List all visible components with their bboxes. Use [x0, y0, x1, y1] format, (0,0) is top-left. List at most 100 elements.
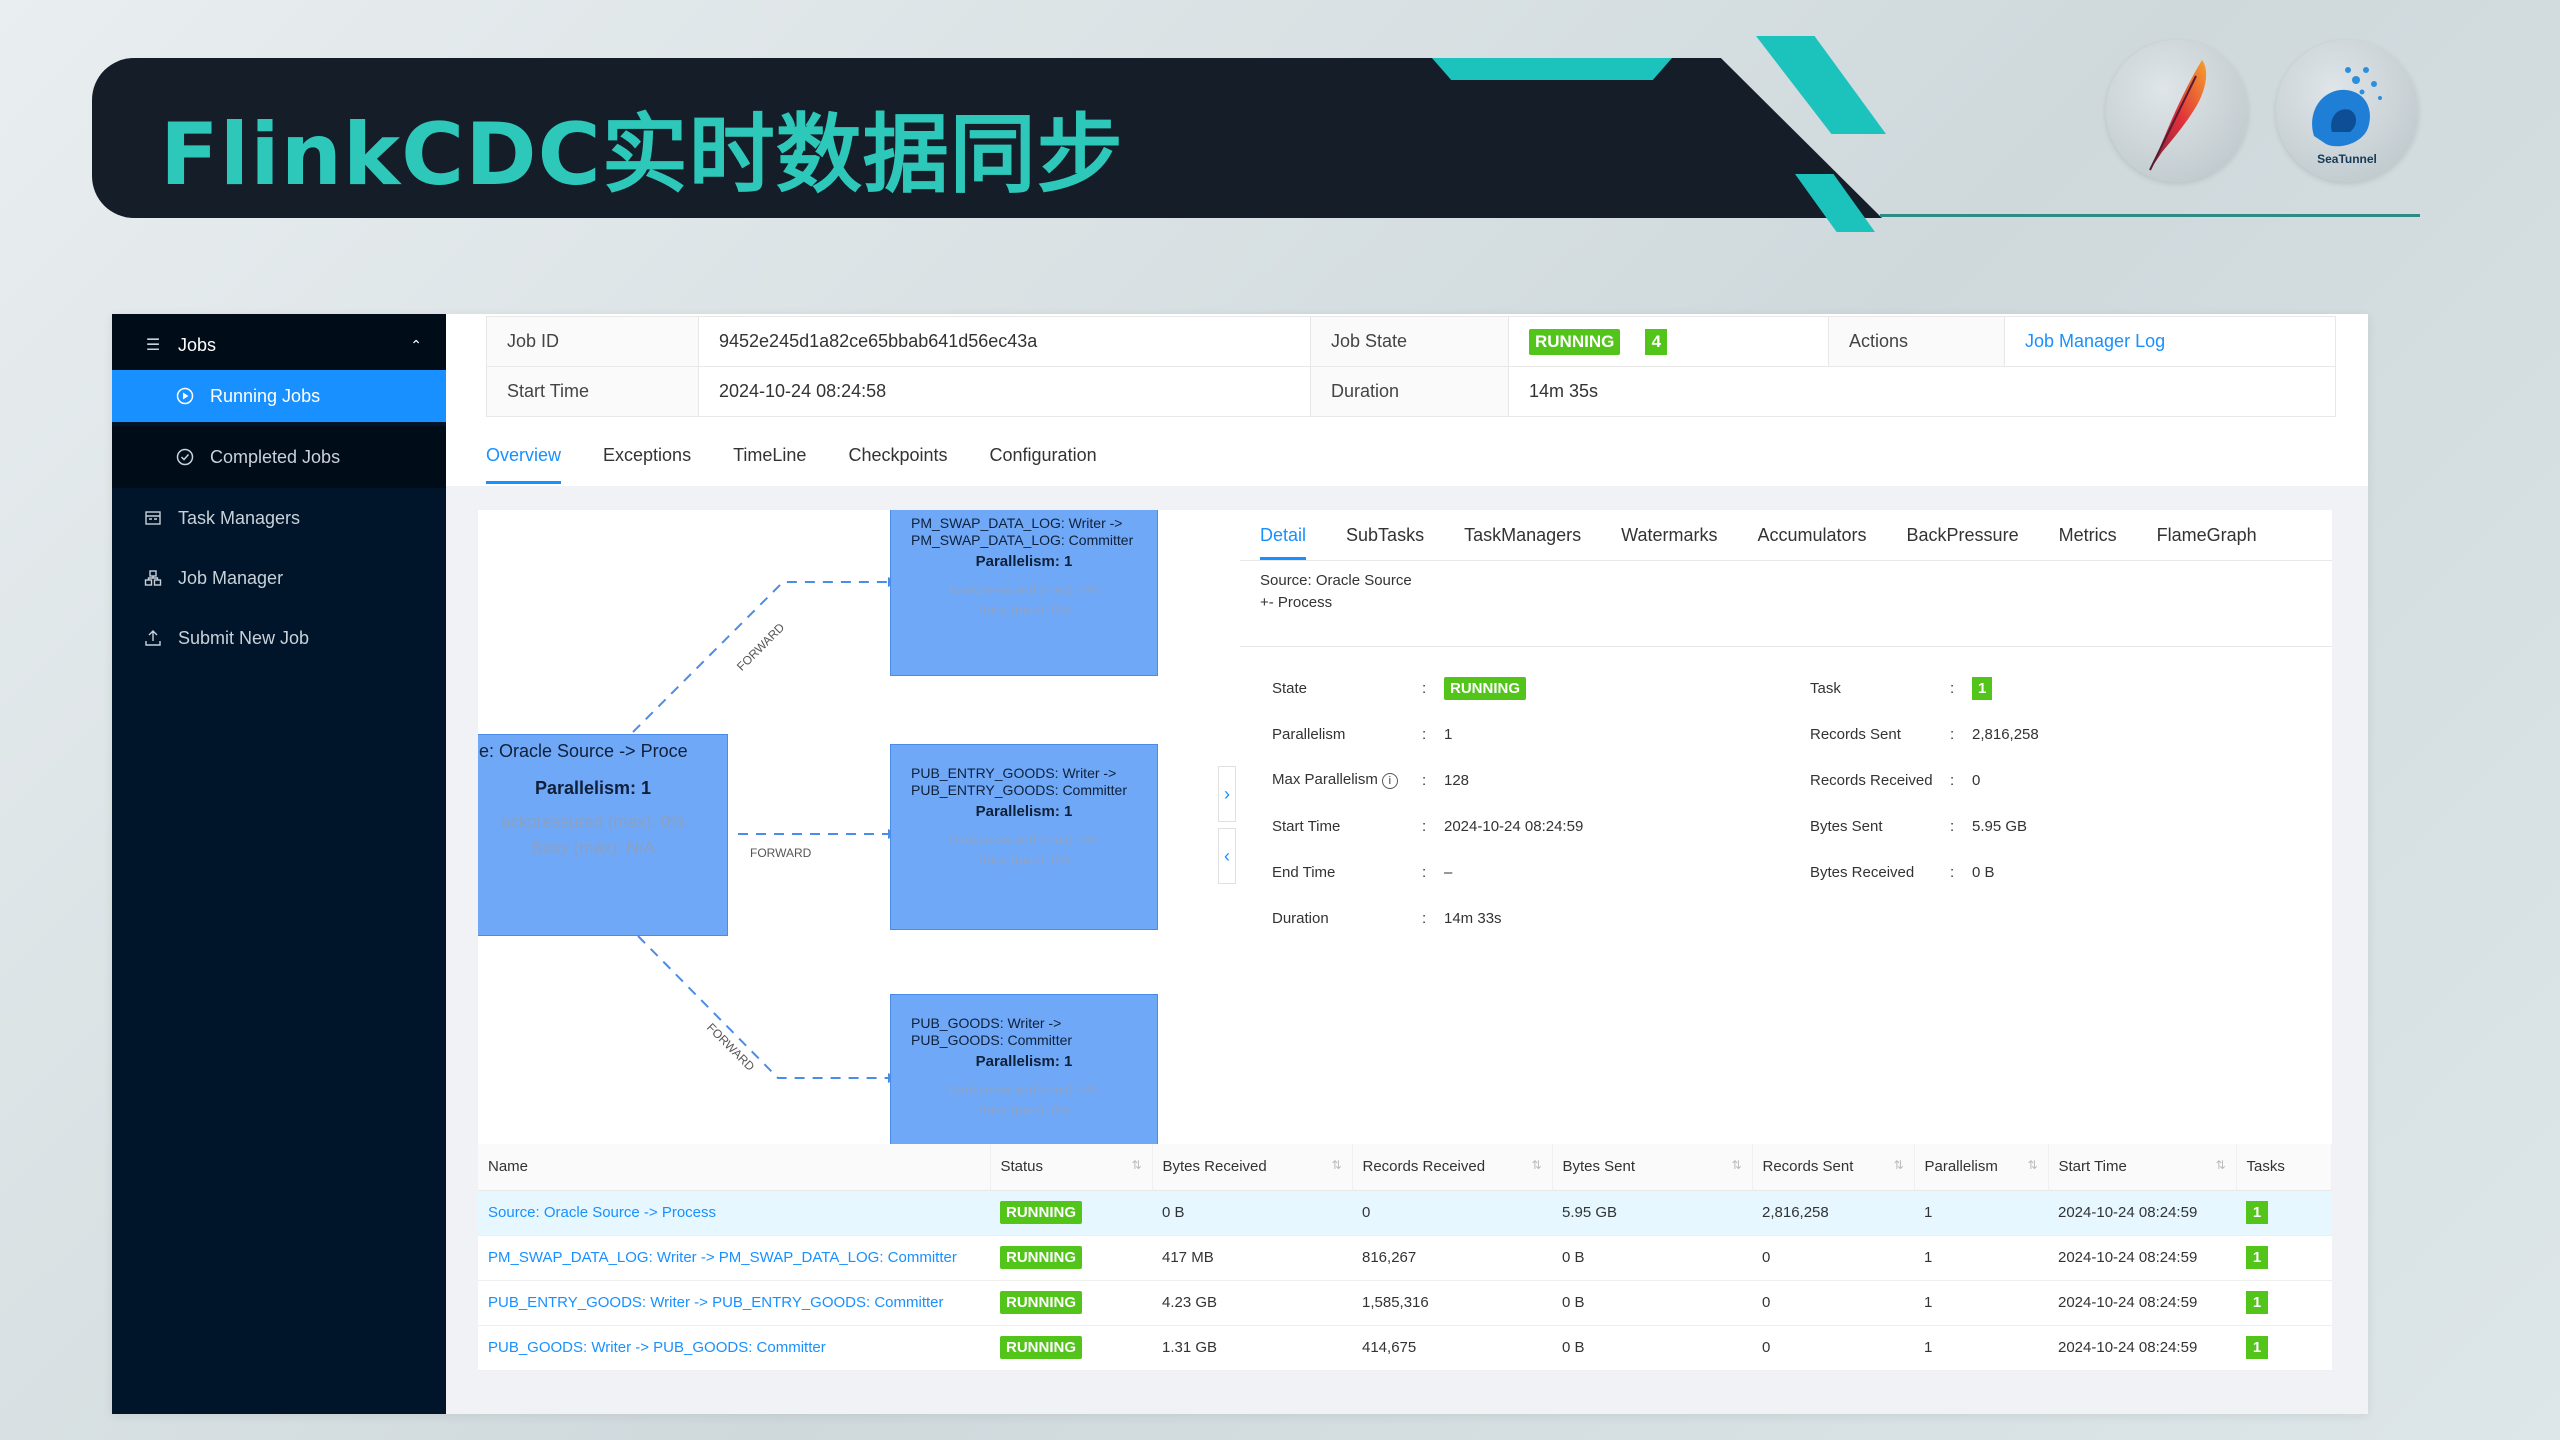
table-row[interactable]: PUB_GOODS: Writer -> PUB_GOODS: Committe… [478, 1325, 2332, 1371]
tab-subtasks[interactable]: SubTasks [1346, 510, 1424, 560]
detail-value: 128 [1444, 771, 1470, 789]
detail-row-records-sent: Records Sent: 2,816,258 [1810, 725, 2039, 743]
cell-records-received: 816,267 [1352, 1235, 1552, 1281]
graph-node-source[interactable]: e: Oracle Source -> Proce Parallelism: 1… [478, 734, 728, 936]
sort-icon[interactable]: ⇅ [2027, 1158, 2037, 1172]
tab-accumulators[interactable]: Accumulators [1757, 510, 1866, 560]
sidebar-item-job-manager[interactable]: Job Manager [112, 552, 446, 604]
job-state-cell: RUNNING 4 [1508, 316, 1829, 367]
tab-timeline[interactable]: TimeLine [733, 426, 806, 484]
graph-node-pub-goods[interactable]: PUB_GOODS: Writer -> PUB_GOODS: Committe… [890, 994, 1158, 1144]
status-badge: RUNNING [1000, 1336, 1082, 1359]
col-header-label: Bytes Received [1162, 1158, 1267, 1176]
detail-key-wrap: Max Parallelism i [1272, 771, 1422, 789]
table-row[interactable]: Source: Oracle Source -> Process RUNNING… [478, 1190, 2332, 1236]
info-icon[interactable]: i [1381, 773, 1398, 789]
status-cell: RUNNING [990, 1235, 1152, 1281]
chevron-right-icon[interactable]: › [1218, 766, 1236, 822]
col-header-name[interactable]: Name [478, 1144, 991, 1191]
sort-icon[interactable]: ⇅ [1531, 1158, 1541, 1172]
status-badge: RUNNING [1000, 1246, 1082, 1269]
col-header-parallelism[interactable]: Parallelism ⇅ [1914, 1144, 2049, 1191]
tab-watermarks[interactable]: Watermarks [1621, 510, 1717, 560]
chevron-left-icon[interactable]: ‹ [1218, 828, 1236, 884]
tab-flamegraph[interactable]: FlameGraph [2157, 510, 2257, 560]
job-state-badge: RUNNING [1529, 328, 1621, 355]
detail-key: Max Parallelism [1272, 771, 1378, 788]
vertex-name-link[interactable]: PUB_GOODS: Writer -> PUB_GOODS: Committe… [478, 1325, 990, 1371]
sidebar-item-submit-job[interactable]: Submit New Job [112, 612, 446, 664]
cell-parallelism: 1 [1914, 1235, 2048, 1281]
detail-key: Task [1810, 679, 1841, 697]
cluster-icon [142, 567, 164, 589]
cell-bytes-sent: 5.95 GB [1552, 1190, 1752, 1236]
detail-key: End Time [1272, 863, 1336, 881]
vertex-name-link[interactable]: Source: Oracle Source -> Process [478, 1190, 990, 1236]
tasks-cell: 1 [2236, 1325, 2332, 1371]
node-name: PUB_ENTRY_GOODS: Writer -> PUB_ENTRY_GOO… [911, 765, 1128, 798]
cell-records-sent: 0 [1752, 1325, 1914, 1371]
task-count-badge: 1 [2246, 1201, 2268, 1224]
tab-configuration[interactable]: Configuration [990, 426, 1097, 484]
vertex-table: Name Status ⇅ Bytes Received ⇅ Records Rec… [478, 1144, 2332, 1371]
sort-icon[interactable]: ⇅ [1893, 1158, 1903, 1172]
vertex-name-link[interactable]: PM_SWAP_DATA_LOG: Writer -> PM_SWAP_DATA… [478, 1235, 990, 1281]
sort-icon[interactable]: ⇅ [1131, 1158, 1141, 1172]
sidebar-group-jobs[interactable]: ☰ Jobs ⌃ [112, 314, 446, 376]
job-summary: Job ID 9452e245d1a82ce65bbab641d56ec43a … [446, 314, 2368, 486]
cell-parallelism: 1 [1914, 1325, 2048, 1371]
cell-start-time: 2024-10-24 08:24:59 [2048, 1325, 2236, 1371]
tab-detail[interactable]: Detail [1260, 510, 1307, 560]
col-header-records-received[interactable]: Records Received ⇅ [1352, 1144, 1553, 1191]
cell-bytes-sent: 0 B [1552, 1280, 1752, 1326]
col-header-status[interactable]: Status ⇅ [990, 1144, 1153, 1191]
sidebar-group-label: Jobs [178, 334, 217, 355]
detail-row-bytes-received: Bytes Received: 0 B [1810, 863, 1995, 881]
job-id-label: Job ID [486, 316, 699, 367]
job-graph[interactable]: FORWARD FORWARD FORWARD e: Oracle Source… [478, 510, 1220, 1144]
tab-backpressure[interactable]: BackPressure [1907, 510, 2019, 560]
col-header-bytes-sent[interactable]: Bytes Sent ⇅ [1552, 1144, 1753, 1191]
node-busy: Busy (max): 0% [978, 1102, 1070, 1117]
overview-panel: FORWARD FORWARD FORWARD e: Oracle Source… [478, 510, 2332, 1170]
node-name: PM_SWAP_DATA_LOG: Writer -> PM_SWAP_DATA… [911, 515, 1134, 548]
table-row[interactable]: PUB_ENTRY_GOODS: Writer -> PUB_ENTRY_GOO… [478, 1280, 2332, 1326]
sort-icon[interactable]: ⇅ [2215, 1158, 2225, 1172]
detail-row-state: State: RUNNING [1272, 674, 1526, 702]
tab-exceptions[interactable]: Exceptions [603, 426, 691, 484]
cell-records-received: 0 [1352, 1190, 1552, 1236]
col-header-start-time[interactable]: Start Time ⇅ [2048, 1144, 2237, 1191]
detail-value: 0 B [1972, 863, 1995, 881]
upload-icon [142, 627, 164, 649]
sidebar-item-running-jobs[interactable]: Running Jobs [112, 370, 446, 422]
sort-icon[interactable]: ⇅ [1331, 1158, 1341, 1172]
actions-cell: Job Manager Log [2004, 316, 2336, 367]
detail-key: Records Sent [1810, 725, 1901, 743]
table-row[interactable]: PM_SWAP_DATA_LOG: Writer -> PM_SWAP_DATA… [478, 1235, 2332, 1281]
col-header-records-sent[interactable]: Records Sent ⇅ [1752, 1144, 1915, 1191]
tasks-cell: 1 [2236, 1190, 2332, 1236]
tab-checkpoints[interactable]: Checkpoints [848, 426, 947, 484]
vertex-name-link[interactable]: PUB_ENTRY_GOODS: Writer -> PUB_ENTRY_GOO… [478, 1280, 990, 1326]
sidebar-item-completed-jobs[interactable]: Completed Jobs [112, 426, 446, 488]
sidebar-item-label: Task Managers [178, 507, 301, 528]
node-parallelism: Parallelism: 1 [534, 778, 652, 798]
cell-bytes-received: 0 B [1152, 1190, 1352, 1236]
detail-key: Bytes Received [1810, 863, 1915, 881]
tab-taskmanagers[interactable]: TaskManagers [1464, 510, 1581, 560]
job-manager-log-link[interactable]: Job Manager Log [2025, 331, 2165, 351]
detail-value: 1 [1444, 725, 1453, 743]
node-backpressure: Backpressured (max): 0% [949, 582, 1099, 597]
cell-records-received: 1,585,316 [1352, 1280, 1552, 1326]
graph-node-pm-swap[interactable]: PM_SWAP_DATA_LOG: Writer -> PM_SWAP_DATA… [890, 510, 1158, 676]
col-header-bytes-received[interactable]: Bytes Received ⇅ [1152, 1144, 1353, 1191]
divider [1240, 560, 2332, 561]
tab-overview[interactable]: Overview [486, 426, 562, 484]
tab-metrics[interactable]: Metrics [2059, 510, 2117, 560]
seatunnel-label: SeaTunnel [2317, 152, 2377, 166]
sidebar: ☰ Jobs ⌃ Running Jobs Completed Jobs Tas… [112, 314, 446, 1414]
sort-icon[interactable]: ⇅ [1731, 1158, 1741, 1172]
col-header-label: Bytes Sent [1562, 1158, 1636, 1176]
sidebar-item-task-managers[interactable]: Task Managers [112, 492, 446, 544]
graph-node-pub-entry-goods[interactable]: PUB_ENTRY_GOODS: Writer -> PUB_ENTRY_GOO… [890, 744, 1158, 930]
